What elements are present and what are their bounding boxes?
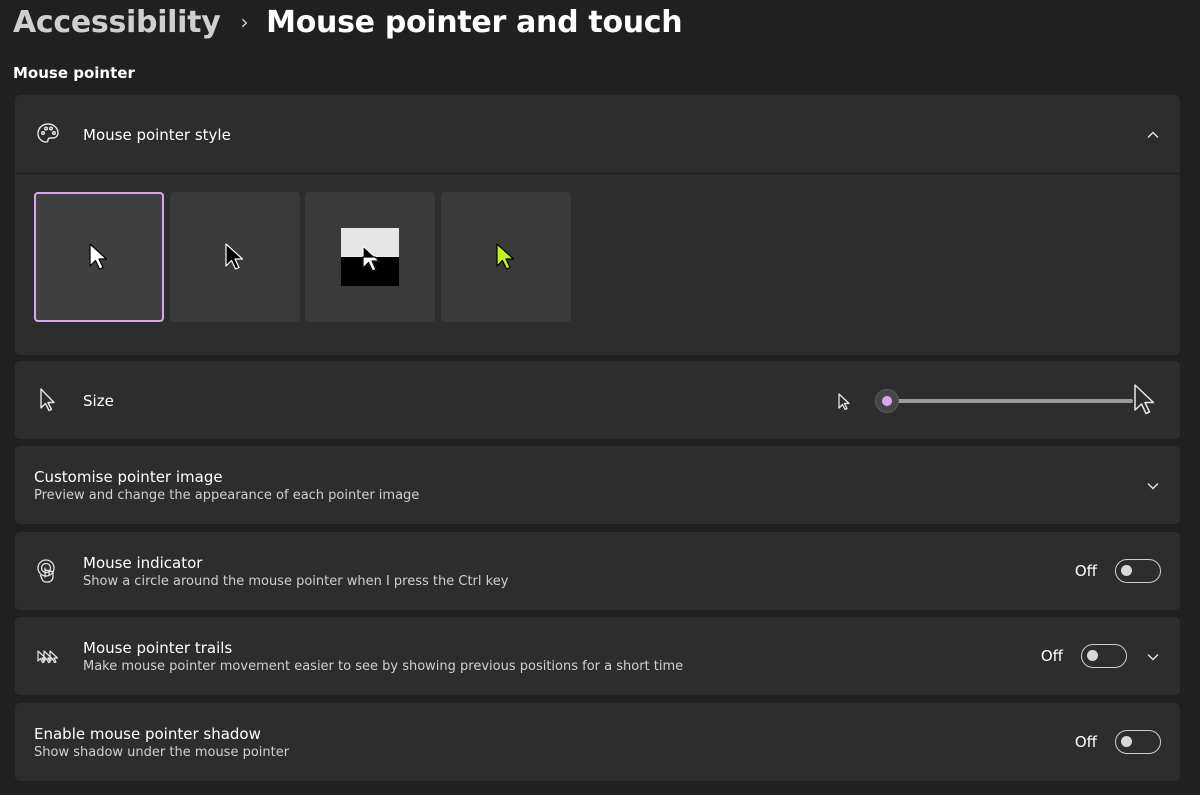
- mouse-pointer-style-header[interactable]: Mouse pointer style: [15, 95, 1180, 174]
- breadcrumb: Accessibility › Mouse pointer and touch: [13, 0, 683, 44]
- pointer-shadow-card: Enable mouse pointer shadow Show shadow …: [15, 703, 1180, 781]
- pointer-trails-state-label: Off: [1040, 647, 1063, 665]
- pointer-shadow-subtitle: Show shadow under the mouse pointer: [34, 745, 290, 760]
- size-slider-track[interactable]: [887, 399, 1133, 403]
- pointer-style-white-option[interactable]: [34, 192, 164, 322]
- pointer-style-custom-option[interactable]: [441, 192, 571, 322]
- page-title: Mouse pointer and touch: [266, 4, 683, 40]
- mouse-indicator-title: Mouse indicator: [83, 554, 203, 572]
- mouse-pointer-style-card: Mouse pointer style: [15, 95, 1180, 355]
- white-cursor-icon: [89, 243, 108, 270]
- pointer-trails-toggle-group: Off: [1041, 644, 1127, 668]
- pointer-trails-title: Mouse pointer trails: [83, 639, 233, 657]
- pointer-trails-subtitle: Make mouse pointer movement easier to se…: [83, 659, 684, 674]
- lime-cursor-icon: [496, 243, 515, 270]
- pointer-trails-icon: [35, 643, 61, 669]
- size-title: Size: [83, 392, 114, 410]
- touch-indicator-icon: [35, 558, 61, 584]
- size-card: Size: [15, 361, 1180, 439]
- large-cursor-icon: [1132, 383, 1158, 421]
- pointer-trails-card: Mouse pointer trails Make mouse pointer …: [15, 617, 1180, 695]
- mouse-pointer-style-title: Mouse pointer style: [83, 126, 231, 144]
- section-label-mouse-pointer: Mouse pointer: [13, 64, 135, 82]
- pointer-style-black-option[interactable]: [170, 192, 300, 322]
- breadcrumb-parent-link[interactable]: Accessibility: [13, 5, 221, 40]
- mouse-indicator-card: Mouse indicator Show a circle around the…: [15, 532, 1180, 610]
- pointer-shadow-toggle[interactable]: [1115, 730, 1161, 754]
- chevron-down-icon[interactable]: [1146, 479, 1160, 493]
- mouse-indicator-state-label: Off: [1074, 562, 1097, 580]
- customise-pointer-image-card[interactable]: Customise pointer image Preview and chan…: [15, 446, 1180, 524]
- breadcrumb-separator-icon: ›: [240, 10, 249, 34]
- pointer-shadow-toggle-group: Off: [1075, 730, 1161, 754]
- mouse-indicator-subtitle: Show a circle around the mouse pointer w…: [83, 574, 509, 589]
- pointer-shadow-title: Enable mouse pointer shadow: [34, 725, 261, 743]
- mouse-indicator-toggle[interactable]: [1115, 559, 1161, 583]
- customise-pointer-image-title: Customise pointer image: [34, 468, 223, 486]
- pointer-trails-toggle[interactable]: [1081, 644, 1127, 668]
- pointer-trails-chevron-down-icon[interactable]: [1146, 650, 1160, 664]
- inverted-cursor-icon: [362, 245, 381, 272]
- size-slider-thumb[interactable]: [875, 389, 899, 413]
- small-cursor-icon: [837, 392, 851, 416]
- inverted-preview: [341, 228, 399, 286]
- mouse-indicator-toggle-group: Off: [1075, 559, 1161, 583]
- customise-pointer-image-subtitle: Preview and change the appearance of eac…: [34, 488, 420, 503]
- black-cursor-icon: [225, 243, 244, 270]
- chevron-up-icon[interactable]: [1146, 128, 1160, 142]
- palette-icon: [35, 121, 61, 147]
- cursor-icon: [35, 387, 61, 413]
- pointer-shadow-state-label: Off: [1074, 733, 1097, 751]
- pointer-style-inverted-option[interactable]: [305, 192, 435, 322]
